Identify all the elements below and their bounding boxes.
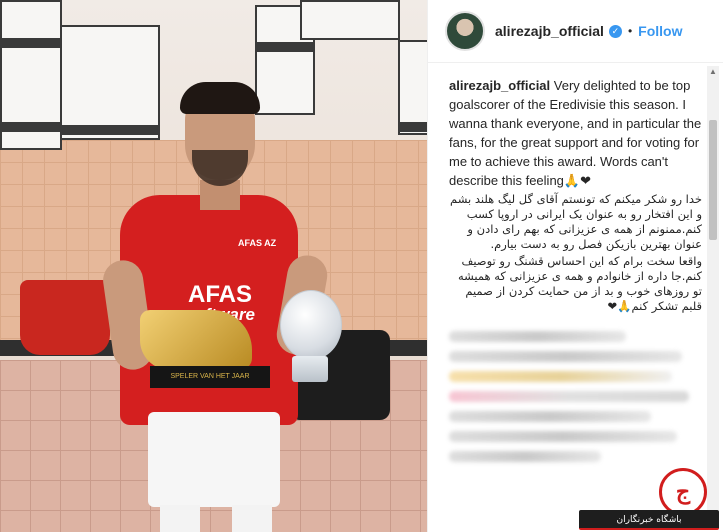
award-plaque: SPELER VAN HET JAAR	[150, 366, 270, 388]
crystal-globe-trophy	[280, 290, 342, 360]
blurred-comments	[428, 314, 723, 462]
caption-persian-2: واقعا سخت برام که این احساس قشنگ رو توصی…	[457, 254, 702, 313]
locker	[398, 40, 427, 135]
golden-boot-trophy	[140, 310, 252, 370]
blurred-comment	[449, 351, 682, 362]
follow-button[interactable]: Follow	[638, 23, 682, 39]
post-photo[interactable]: AFAS AZ AFAS software SPELER VAN HET JAA…	[0, 0, 427, 532]
caption-english: Very delighted to be top goalscorer of t…	[449, 78, 702, 188]
avatar[interactable]	[445, 11, 485, 51]
trophy-base	[292, 356, 328, 382]
left-sock	[160, 505, 200, 532]
locker	[300, 0, 400, 40]
comments-area[interactable]: alirezajb_official Very delighted to be …	[428, 64, 723, 532]
scrollbar[interactable]: ▲ ▼	[707, 66, 719, 528]
red-seat	[20, 280, 110, 355]
chest-badge: AFAS AZ	[238, 238, 277, 248]
white-shorts	[148, 412, 280, 507]
blurred-comment	[449, 331, 627, 342]
verified-badge-icon: ✓	[608, 24, 622, 38]
locker	[60, 25, 160, 140]
username[interactable]: alirezajb_official	[495, 23, 604, 39]
player-hair	[180, 82, 260, 114]
blurred-comment	[449, 371, 672, 382]
blurred-comment	[449, 391, 690, 402]
post-header: alirezajb_official ✓ • Follow	[428, 0, 723, 63]
watermark-logo: ج باشگاه خبرنگاران	[579, 468, 719, 530]
post-sidebar: alirezajb_official ✓ • Follow alirezajb_…	[427, 0, 723, 532]
watermark-symbol: ج	[659, 468, 707, 516]
blurred-comment	[449, 451, 601, 462]
caption-username[interactable]: alirezajb_official	[449, 78, 550, 93]
sponsor-main-text: AFAS	[187, 281, 252, 308]
watermark-brand: باشگاه خبرنگاران	[579, 510, 719, 530]
scroll-up-arrow[interactable]: ▲	[707, 66, 719, 78]
separator-dot: •	[627, 24, 633, 38]
caption: alirezajb_official Very delighted to be …	[428, 64, 723, 314]
blurred-comment	[449, 411, 652, 422]
instagram-post: AFAS AZ AFAS software SPELER VAN HET JAA…	[0, 0, 723, 532]
scroll-thumb[interactable]	[709, 120, 717, 240]
locker	[0, 0, 62, 150]
blurred-comment	[449, 431, 677, 442]
right-sock	[232, 505, 272, 532]
caption-persian-1: خدا رو شکر میکنم که تونستم آقای گل لیگ ه…	[450, 192, 702, 251]
